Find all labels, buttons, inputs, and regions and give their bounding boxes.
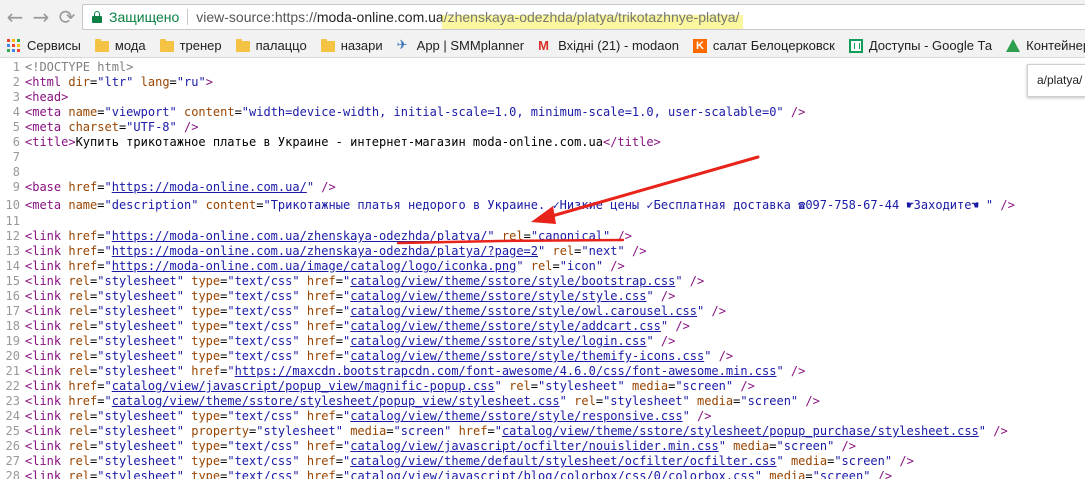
folder-icon	[320, 39, 335, 52]
source-line: 24 <link rel="stylesheet" type="text/css"…	[5, 409, 712, 423]
address-bar[interactable]: Защищено view-source:https://moda-online…	[82, 4, 1085, 30]
bookmark-label: палаццо	[255, 38, 307, 53]
source-line: 16 <link rel="stylesheet" type="text/css"…	[5, 289, 676, 303]
bookmark-label: тренер	[179, 38, 222, 53]
browser-toolbar: ← → ⟳ Защищено view-source:https://moda-…	[0, 0, 1085, 34]
source-link[interactable]: https://moda-online.com.ua/image/catalog…	[112, 259, 517, 273]
source-line: 6 <title>Купить трикотажное платье в Укра…	[12, 135, 661, 149]
source-link[interactable]: https://maxcdn.bootstrapcdn.com/font-awe…	[235, 364, 777, 378]
k-icon: K	[692, 38, 707, 53]
bookmark-label: мода	[114, 38, 146, 53]
bookmark-label: App | SMMplanner	[416, 38, 525, 53]
back-button[interactable]: ←	[2, 4, 28, 30]
source-line: 15 <link rel="stylesheet" type="text/css"…	[5, 274, 705, 288]
source-line: 13 <link href="https://moda-online.com.ua…	[5, 244, 647, 258]
arrow-left-icon: ←	[6, 5, 24, 29]
source-link[interactable]: https://moda-online.com.ua/	[112, 180, 307, 194]
bookmark-label: салат Белоцерковск	[712, 38, 835, 53]
source-line: 14 <link href="https://moda-online.com.ua…	[5, 259, 625, 273]
source-link[interactable]: catalog/view/theme/sstore/style/login.cs…	[350, 334, 646, 348]
source-line: 9 <base href="https://moda-online.com.ua/…	[12, 180, 336, 194]
bookmarks-bar: Сервисы мода тренер палаццо назари ✈ App…	[0, 34, 1085, 58]
bookmark-folder-nazari[interactable]: назари	[317, 35, 387, 57]
source-link[interactable]: https://moda-online.com.ua/zhenskaya-ode…	[112, 244, 538, 258]
url-tooltip: a/platya/	[1027, 64, 1085, 97]
arrow-right-icon: →	[32, 5, 50, 29]
source-line: 3 <head>	[12, 90, 69, 104]
forward-button[interactable]: →	[28, 4, 54, 30]
secure-label: Защищено	[109, 9, 180, 25]
source-link[interactable]: catalog/view/theme/sstore/style/owl.caro…	[350, 304, 697, 318]
source-line: 4 <meta name="viewport" content="width=de…	[12, 105, 806, 119]
bookmark-services[interactable]: Сервисы	[0, 35, 85, 57]
source-link[interactable]: catalog/view/theme/sstore/style/bootstra…	[350, 274, 675, 288]
folder-icon	[235, 39, 250, 52]
bookmark-gmail[interactable]: M Вхідні (21) - modaon	[534, 35, 683, 57]
url-host: moda-online.com.ua	[316, 9, 444, 25]
source-line: 23 <link href="catalog/view/theme/sstore/…	[5, 394, 820, 408]
bookmark-label: Контейнерный р	[1026, 38, 1085, 53]
source-link[interactable]: catalog/view/javascript/blog/colorbox/cs…	[350, 469, 755, 479]
bookmark-label: Доступы - Google Та	[868, 38, 993, 53]
url-path-highlighted: /zhenskaya-odezhda/platya/trikotazhnye-p…	[443, 9, 740, 25]
source-link[interactable]: catalog/view/theme/sstore/style/responsi…	[350, 409, 682, 423]
omnibox-divider	[187, 9, 189, 25]
reload-icon: ⟳	[58, 5, 76, 29]
bookmark-label: назари	[340, 38, 383, 53]
bookmark-label: Сервисы	[27, 38, 81, 53]
source-line: 21 <link rel="stylesheet" href="https://m…	[5, 364, 806, 378]
bookmark-salat[interactable]: K салат Белоцерковск	[689, 35, 839, 57]
source-line: 28 <link rel="stylesheet" type="text/css"…	[0, 469, 893, 479]
folder-icon	[159, 39, 174, 52]
bookmark-folder-palazzo[interactable]: палаццо	[232, 35, 311, 57]
source-link[interactable]: catalog/view/theme/sstore/style/themify-…	[350, 349, 704, 363]
source-line: 27 <link rel="stylesheet" type="text/css"…	[5, 454, 914, 468]
source-line: 1 <!DOCTYPE html>	[12, 60, 134, 74]
source-link[interactable]: catalog/view/theme/default/stylesheet/oc…	[350, 454, 776, 468]
source-line: 22 <link href="catalog/view/javascript/po…	[5, 379, 755, 393]
source-line: 19 <link rel="stylesheet" type="text/css"…	[5, 334, 676, 348]
source-line-canonical: 12 <link href="https://moda-online.com.ua…	[5, 229, 632, 243]
triangle-icon	[1006, 39, 1021, 52]
source-line: 20 <link rel="stylesheet" type="text/css"…	[5, 349, 734, 363]
reload-button[interactable]: ⟳	[54, 4, 80, 30]
source-line: 11	[5, 214, 20, 228]
source-line: 2 <html dir="ltr" lang="ru">	[12, 75, 213, 89]
source-line: 26 <link rel="stylesheet" type="text/css"…	[5, 439, 856, 453]
gmail-icon: M	[538, 37, 549, 53]
paper-plane-icon: ✈	[396, 37, 408, 53]
apps-icon	[7, 39, 21, 52]
url-scheme: view-source:https://	[196, 9, 317, 25]
source-link[interactable]: catalog/view/javascript/popup_view/magni…	[112, 379, 495, 393]
bookmark-smmplanner[interactable]: ✈ App | SMMplanner	[393, 35, 528, 57]
source-line: 7	[12, 150, 20, 164]
source-link[interactable]: catalog/view/theme/sstore/stylesheet/pop…	[502, 424, 979, 438]
bookmark-folder-trener[interactable]: тренер	[156, 35, 226, 57]
source-line: 5 <meta charset="UTF-8" />	[12, 120, 199, 134]
source-link[interactable]: catalog/view/theme/sstore/stylesheet/pop…	[112, 394, 560, 408]
source-link[interactable]: catalog/view/theme/sstore/style/addcart.…	[350, 319, 661, 333]
source-link[interactable]: catalog/view/javascript/ocfilter/nouisli…	[350, 439, 718, 453]
source-line: 17 <link rel="stylesheet" type="text/css"…	[5, 304, 726, 318]
source-view: 1 <!DOCTYPE html> 2 <html dir="ltr" lang="…	[0, 59, 1085, 479]
source-line: 8	[12, 165, 20, 179]
lock-icon	[92, 11, 102, 23]
bookmark-folder-moda[interactable]: мода	[91, 35, 150, 57]
folder-icon	[94, 39, 109, 52]
canonical-link[interactable]: https://moda-online.com.ua/zhenskaya-ode…	[112, 229, 488, 243]
bookmark-google-sheets[interactable]: Доступы - Google Та	[845, 35, 996, 57]
bookmark-label: Вхідні (21) - modaon	[558, 38, 679, 53]
bookmark-container[interactable]: Контейнерный р	[1002, 35, 1085, 57]
source-line: 18 <link rel="stylesheet" type="text/css"…	[5, 319, 690, 333]
source-link[interactable]: catalog/view/theme/sstore/style/style.cs…	[350, 289, 646, 303]
source-line: 10 <meta name="description" content="Трик…	[5, 198, 1015, 212]
sheets-icon	[848, 38, 863, 53]
source-line: 25 <link rel="stylesheet" property="style…	[5, 424, 1008, 438]
